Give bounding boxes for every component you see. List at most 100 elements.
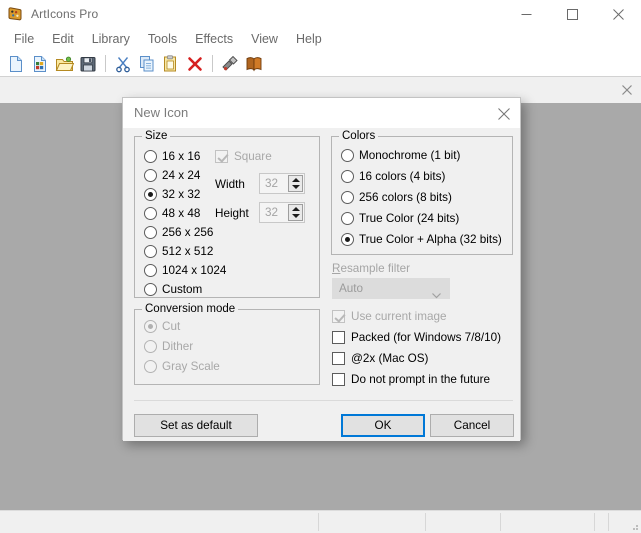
checkbox-do-not-prompt[interactable]: Do not prompt in the future	[332, 373, 490, 386]
menu-help[interactable]: Help	[287, 30, 331, 49]
statusbar	[0, 510, 641, 533]
radio-size-32[interactable]: 32 x 32	[144, 188, 200, 201]
checkbox-indicator	[215, 150, 228, 163]
radio-indicator	[341, 149, 354, 162]
radio-size-512[interactable]: 512 x 512	[144, 245, 213, 258]
checkbox-packed[interactable]: Packed (for Windows 7/8/10)	[332, 331, 501, 344]
toolbar-separator	[105, 55, 106, 72]
radio-indicator	[144, 245, 157, 258]
radio-size-1024[interactable]: 1024 x 1024	[144, 264, 226, 277]
height-spin-buttons[interactable]	[288, 204, 303, 221]
new-icon-dialog: New Icon Size 16 x 16 24 x 24	[122, 97, 521, 440]
ok-button[interactable]: OK	[341, 414, 425, 437]
radio-indicator	[144, 226, 157, 239]
close-button[interactable]	[595, 0, 641, 28]
radio-label: 256 colors (8 bits)	[359, 191, 452, 204]
copy-icon[interactable]	[135, 52, 159, 76]
radio-color-truecolor[interactable]: True Color (24 bits)	[341, 212, 459, 225]
dialog-title: New Icon	[134, 105, 188, 120]
radio-label: Gray Scale	[162, 360, 220, 373]
width-spin-up[interactable]	[289, 176, 302, 184]
radio-conversion-grayscale: Gray Scale	[144, 360, 220, 373]
radio-color-truecolor-alpha[interactable]: True Color + Alpha (32 bits)	[341, 233, 502, 246]
statusbar-divider	[594, 513, 595, 531]
menu-edit[interactable]: Edit	[43, 30, 83, 49]
statusbar-divider	[608, 513, 609, 531]
radio-indicator	[144, 150, 157, 163]
width-value: 32	[265, 177, 278, 190]
radio-label: 512 x 512	[162, 245, 213, 258]
new-image-icon[interactable]	[28, 52, 52, 76]
radio-indicator	[341, 212, 354, 225]
statusbar-divider	[318, 513, 319, 531]
radio-indicator	[341, 233, 354, 246]
window-titlebar: ArtIcons Pro	[0, 0, 641, 28]
checkbox-label: @2x (Mac OS)	[351, 352, 428, 365]
radio-indicator	[144, 207, 157, 220]
radio-color-monochrome[interactable]: Monochrome (1 bit)	[341, 149, 460, 162]
resample-filter-label: Resample filter	[332, 262, 410, 275]
radio-size-48[interactable]: 48 x 48	[144, 207, 200, 220]
save-floppy-icon[interactable]	[76, 52, 100, 76]
checkbox-2x-macos[interactable]: @2x (Mac OS)	[332, 352, 428, 365]
radio-label: True Color (24 bits)	[359, 212, 459, 225]
radio-size-16[interactable]: 16 x 16	[144, 150, 200, 163]
checkbox-indicator	[332, 331, 345, 344]
cut-scissors-icon[interactable]	[111, 52, 135, 76]
height-stepper[interactable]: 32	[259, 202, 305, 223]
resize-grip-icon[interactable]	[629, 521, 639, 531]
menu-tools[interactable]: Tools	[139, 30, 186, 49]
delete-x-icon[interactable]	[183, 52, 207, 76]
radio-indicator	[144, 264, 157, 277]
conversion-mode-groupbox: Conversion mode Cut Dither Gray Scale	[134, 309, 320, 385]
radio-color-16[interactable]: 16 colors (4 bits)	[341, 170, 445, 183]
minimize-button[interactable]	[503, 0, 549, 28]
new-file-icon[interactable]	[4, 52, 28, 76]
cancel-button[interactable]: Cancel	[430, 414, 514, 437]
document-close-icon[interactable]	[620, 83, 634, 97]
height-spin-up[interactable]	[289, 205, 302, 213]
set-as-default-button[interactable]: Set as default	[134, 414, 258, 437]
library-book-icon[interactable]	[242, 52, 266, 76]
menu-view[interactable]: View	[242, 30, 287, 49]
radio-label: 24 x 24	[162, 169, 200, 182]
radio-indicator	[144, 188, 157, 201]
radio-conversion-cut: Cut	[144, 320, 180, 333]
checkbox-square[interactable]: Square	[215, 150, 272, 163]
height-spin-down[interactable]	[289, 213, 302, 221]
checkbox-label: Do not prompt in the future	[351, 373, 490, 386]
radio-size-256[interactable]: 256 x 256	[144, 226, 213, 239]
radio-label: True Color + Alpha (32 bits)	[359, 233, 502, 246]
app-logo-icon	[7, 6, 23, 22]
checkbox-label: Packed (for Windows 7/8/10)	[351, 331, 501, 344]
menu-effects[interactable]: Effects	[186, 30, 242, 49]
open-folder-icon[interactable]	[52, 52, 76, 76]
width-spin-buttons[interactable]	[288, 175, 303, 192]
radio-label: Dither	[162, 340, 193, 353]
radio-size-24[interactable]: 24 x 24	[144, 169, 200, 182]
radio-label: Monochrome (1 bit)	[359, 149, 460, 162]
menu-library[interactable]: Library	[83, 30, 139, 49]
width-stepper[interactable]: 32	[259, 173, 305, 194]
extract-tool-icon[interactable]	[218, 52, 242, 76]
radio-label: 16 x 16	[162, 150, 200, 163]
resample-filter-select[interactable]: Auto	[332, 278, 450, 299]
radio-color-256[interactable]: 256 colors (8 bits)	[341, 191, 452, 204]
statusbar-divider	[500, 513, 501, 531]
checkbox-label: Square	[234, 150, 272, 163]
width-spin-down[interactable]	[289, 184, 302, 192]
dialog-close-icon[interactable]	[495, 105, 512, 122]
menu-file[interactable]: File	[5, 30, 43, 49]
chevron-down-icon	[432, 286, 441, 292]
radio-indicator	[144, 169, 157, 182]
paste-clipboard-icon[interactable]	[159, 52, 183, 76]
window-controls	[503, 0, 641, 28]
checkbox-indicator	[332, 310, 345, 323]
colors-groupbox: Colors Monochrome (1 bit) 16 colors (4 b…	[331, 136, 513, 255]
maximize-button[interactable]	[549, 0, 595, 28]
radio-size-custom[interactable]: Custom	[144, 283, 202, 296]
radio-indicator	[144, 283, 157, 296]
statusbar-divider	[425, 513, 426, 531]
dialog-divider	[134, 400, 513, 401]
radio-label: Cut	[162, 320, 180, 333]
